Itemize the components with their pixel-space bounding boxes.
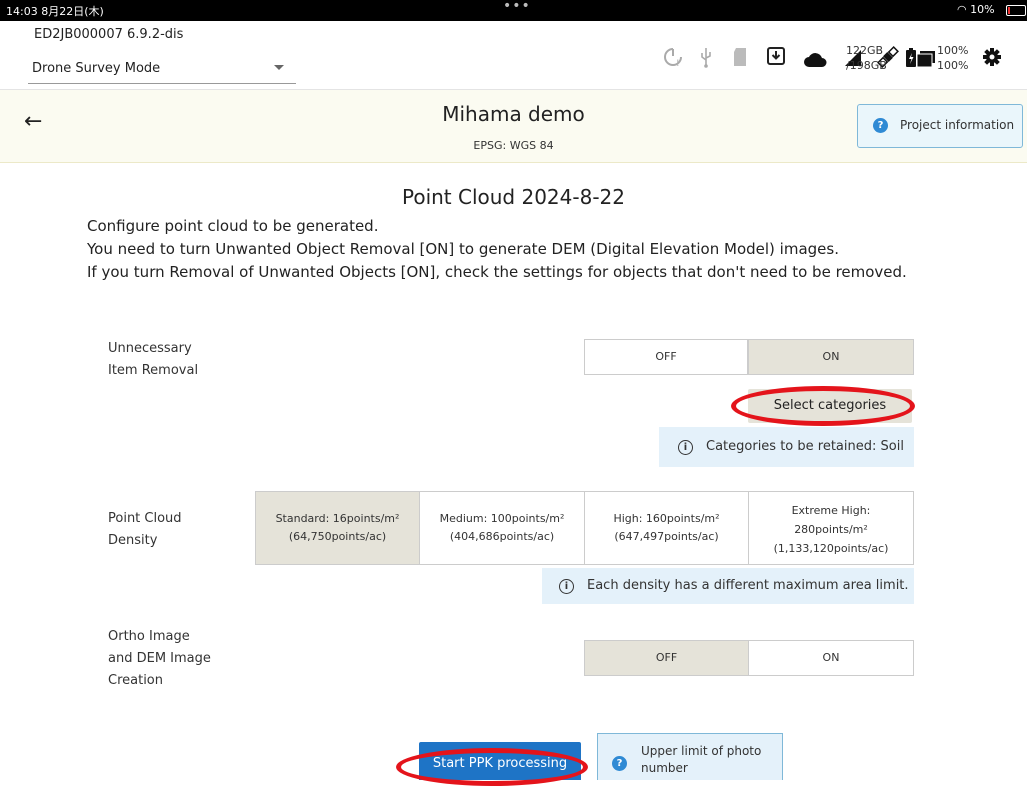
battery-level-2: 100% [937, 59, 969, 72]
upper-limit-label: Upper limit of photo number [641, 744, 762, 775]
density-label-line-1: Point Cloud [108, 511, 182, 526]
storage-used: 122GB [846, 44, 884, 57]
density-option-standard-line-1: Standard: 16points/m² [275, 512, 400, 525]
density-label: Point Cloud Density [108, 508, 182, 552]
density-option-medium-line-2: (404,686points/ac) [449, 530, 555, 543]
description: Configure point cloud to be generated. Y… [87, 215, 907, 284]
density-label-line-2: Density [108, 533, 158, 548]
page-title: Point Cloud 2024-8-22 [401, 185, 625, 209]
density-option-high[interactable]: High: 160points/m² (647,497points/ac) [584, 491, 749, 565]
removal-label: Unnecessary Item Removal [108, 338, 198, 382]
info-icon: i [678, 440, 693, 455]
ortho-on-button[interactable]: ON [748, 640, 914, 676]
storage-readout: 122GB /198GB [846, 43, 887, 73]
density-option-extreme-high-line-2: 280points/m² [794, 523, 868, 536]
info-icon: i [559, 579, 574, 594]
signal-icon: ! [663, 46, 683, 73]
removal-label-line-2: Item Removal [108, 363, 199, 378]
density-option-extreme-high[interactable]: Extreme High: 280points/m² (1,133,120poi… [748, 491, 914, 565]
density-option-standard[interactable]: Standard: 16points/m² (64,750points/ac) [255, 491, 420, 565]
density-note-box: i Each density has a different maximum a… [542, 568, 914, 604]
density-option-medium-line-1: Medium: 100points/m² [439, 512, 565, 525]
annotation-ring-select-categories [731, 386, 915, 426]
project-header: ← Mihama demo EPSG: WGS 84 ? Project inf… [0, 90, 1027, 163]
multitask-dots: ••• [503, 0, 531, 14]
ortho-label-line-1: Ortho Image [108, 629, 190, 644]
description-line-1: Configure point cloud to be generated. [87, 217, 379, 235]
description-line-2: You need to turn Unwanted Object Removal… [87, 240, 839, 258]
density-note-text: Each density has a different maximum are… [587, 578, 909, 593]
sd-card-icon [733, 47, 749, 72]
storage-total: /198GB [846, 59, 887, 72]
ortho-label-line-2: and DEM Image [108, 651, 211, 666]
status-time: 14:03 8月22日(木) [6, 5, 104, 18]
battery-percent: 10% [970, 3, 995, 16]
wifi-icon: ◠ [957, 3, 971, 16]
svg-text:!: ! [676, 59, 680, 68]
density-option-medium[interactable]: Medium: 100points/m² (404,686points/ac) [419, 491, 585, 565]
project-information-button[interactable]: ? Project information [857, 104, 1023, 148]
battery-icon [1006, 5, 1026, 16]
battery-levels: 100% 100% [937, 43, 968, 73]
categories-retained-box: i Categories to be retained: Soil [659, 427, 914, 467]
ortho-off-button[interactable]: OFF [584, 640, 749, 676]
density-option-high-line-1: High: 160points/m² [613, 512, 720, 525]
annotation-ring-start-button [396, 748, 588, 786]
mode-select-value: Drone Survey Mode [32, 61, 161, 76]
density-option-extreme-high-line-3: (1,133,120points/ac) [773, 542, 889, 555]
removal-on-button[interactable]: ON [748, 339, 914, 375]
density-option-standard-line-2: (64,750points/ac) [288, 530, 387, 543]
chevron-down-icon [274, 65, 284, 70]
mode-select[interactable]: Drone Survey Mode [28, 55, 296, 84]
removal-label-line-1: Unnecessary [108, 341, 192, 356]
question-icon: ? [612, 756, 627, 771]
device-battery-icon [905, 48, 917, 73]
gear-icon[interactable] [982, 47, 1002, 72]
project-information-label: Project information [900, 118, 1015, 132]
removal-off-button[interactable]: OFF [584, 339, 748, 375]
density-option-extreme-high-line-1: Extreme High: [791, 504, 871, 517]
density-option-high-line-2: (647,497points/ac) [614, 530, 719, 543]
ortho-label: Ortho Image and DEM Image Creation [108, 626, 211, 692]
upper-limit-button[interactable]: ? Upper limit of photo number [597, 733, 783, 780]
wifi-battery-text: ◠ 10% [957, 3, 995, 16]
status-bar: 14:03 8月22日(木) ••• ◠ 10% [0, 0, 1027, 21]
battery-level-1: 100% [937, 44, 969, 57]
device-id: ED2JB000007 6.9.2-dis [34, 27, 184, 42]
usb-icon [699, 46, 713, 73]
download-icon [766, 46, 786, 71]
folder-icon [916, 49, 936, 73]
cloud-icon [803, 49, 827, 73]
categories-retained-text: Categories to be retained: Soil [706, 439, 904, 454]
ortho-label-line-3: Creation [108, 673, 164, 688]
question-icon: ? [873, 118, 888, 133]
description-line-3: If you turn Removal of Unwanted Objects … [87, 263, 907, 281]
